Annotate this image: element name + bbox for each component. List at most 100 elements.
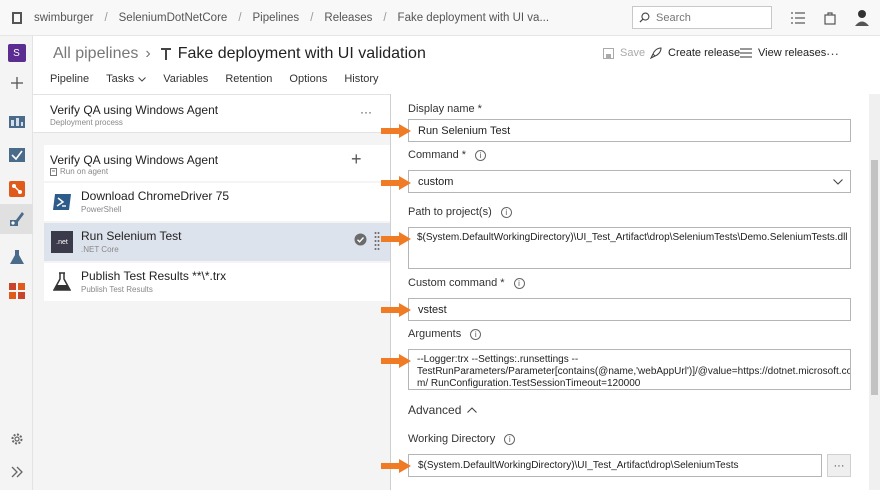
azure-devops-logo-icon[interactable] (0, 0, 34, 36)
task-name: Download ChromeDriver 75 (81, 189, 230, 203)
breadcrumb-separator: / (310, 11, 314, 24)
arguments-line: TestRunParameters/Parameter[contains(@na… (417, 366, 851, 377)
annotation-arrow-icon (381, 303, 411, 317)
task-type: .NET Core (81, 245, 119, 254)
annotation-arrow-icon (381, 232, 411, 246)
arguments-line: --Logger:trx --Settings:.runsettings -- (417, 354, 579, 365)
path-textarea[interactable]: $(System.DefaultWorkingDirectory)\UI_Tes… (408, 227, 851, 269)
tab-bar: Pipeline Tasks Variables Retention Optio… (50, 73, 396, 96)
breadcrumb-separator: / (104, 11, 108, 24)
task-type: Publish Test Results (81, 285, 153, 294)
task-list-icon[interactable] (789, 9, 807, 27)
stage-more-button[interactable]: ··· (360, 105, 372, 119)
custom-command-label: Custom command * i (408, 277, 525, 289)
breadcrumb-org[interactable]: swimburger (34, 12, 93, 24)
arguments-label: Arguments i (408, 328, 482, 340)
stage-name: Verify QA using Windows Agent (50, 103, 219, 117)
project-badge[interactable]: S (0, 38, 33, 68)
search-icon (639, 12, 650, 23)
arguments-label-text: Arguments (408, 328, 462, 340)
pipelines-icon[interactable] (0, 204, 33, 234)
tab-retention[interactable]: Retention (225, 73, 272, 89)
agent-job-subtitle: Run on agent (50, 167, 108, 176)
marketplace-bag-icon[interactable] (821, 9, 839, 27)
top-bar: swimburger / SeleniumDotNetCore / Pipeli… (0, 0, 880, 36)
rocket-icon (650, 47, 662, 59)
user-avatar-icon[interactable] (853, 9, 871, 27)
task-settings-form: Display name * Run Selenium Test Command *… (381, 94, 869, 490)
display-name-label: Display name * (408, 103, 482, 115)
custom-command-field[interactable]: vstest (408, 298, 851, 321)
dotnet-icon: .net (51, 231, 73, 253)
boards-icon[interactable] (0, 140, 33, 170)
repos-icon[interactable] (0, 174, 33, 204)
all-pipelines-link[interactable]: All pipelines (53, 45, 138, 63)
breadcrumb-releases[interactable]: Releases (324, 12, 372, 24)
more-actions-button[interactable]: ··· (826, 44, 839, 62)
view-releases-button[interactable]: View releases (740, 44, 826, 62)
stage-header[interactable]: Verify QA using Windows Agent Deployment… (33, 95, 391, 133)
add-task-button[interactable]: + (351, 149, 362, 170)
info-icon[interactable]: i (513, 277, 525, 289)
overview-icon[interactable] (0, 106, 33, 136)
task-name: Publish Test Results **\*.trx (81, 269, 227, 283)
artifacts-icon[interactable] (0, 276, 33, 306)
release-pipeline-icon (160, 48, 171, 60)
tab-pipeline[interactable]: Pipeline (50, 73, 89, 89)
page-header: All pipelines › Fake deployment with UI … (33, 36, 880, 96)
tab-tasks[interactable]: Tasks (106, 73, 147, 96)
custom-command-label-text: Custom command (408, 277, 498, 289)
breadcrumb-project[interactable]: SeleniumDotNetCore (119, 12, 228, 24)
task-item-publish-test-results[interactable]: Publish Test Results **\*.trx Publish Te… (44, 263, 391, 301)
chevron-right-icon: › (145, 45, 151, 62)
view-releases-label: View releases (758, 47, 827, 59)
path-label-text: Path to project(s) (408, 206, 492, 218)
info-icon[interactable]: i (504, 433, 516, 445)
required-marker: * (500, 277, 505, 289)
agent-job[interactable]: Verify QA using Windows Agent Run on age… (44, 145, 391, 181)
arguments-textarea[interactable]: --Logger:trx --Settings:.runsettings -- … (408, 349, 851, 390)
drag-handle-icon[interactable] (374, 231, 380, 256)
working-directory-field[interactable]: $(System.DefaultWorkingDirectory)\UI_Tes… (408, 454, 822, 477)
working-directory-label: Working Directory i (408, 433, 516, 445)
task-item-download-chromedriver[interactable]: Download ChromeDriver 75 PowerShell (44, 183, 391, 221)
check-circle-icon (354, 233, 367, 249)
tab-history[interactable]: History (344, 73, 378, 89)
tab-variables[interactable]: Variables (163, 73, 208, 89)
page-title: Fake deployment with UI validation (177, 45, 426, 62)
command-select[interactable]: custom (408, 170, 851, 193)
info-icon[interactable]: i (470, 328, 482, 340)
tab-options[interactable]: Options (289, 73, 327, 89)
form-scrollbar-thumb[interactable] (871, 160, 878, 395)
plus-icon[interactable] (0, 68, 33, 98)
expand-chevrons-icon[interactable] (0, 457, 33, 487)
task-item-run-selenium-test[interactable]: .net Run Selenium Test .NET Core (44, 223, 391, 261)
annotation-arrow-icon (381, 354, 411, 368)
display-name-label-text: Display name (408, 103, 475, 115)
display-name-field[interactable]: Run Selenium Test (408, 119, 851, 142)
info-icon[interactable]: i (475, 149, 487, 161)
path-label: Path to project(s) i (408, 206, 512, 218)
settings-gear-icon[interactable] (0, 424, 33, 454)
annotation-arrow-icon (381, 176, 411, 190)
chevron-up-icon (467, 407, 478, 413)
agent-job-sub-label: Run on agent (60, 167, 109, 176)
breadcrumb-pipelines[interactable]: Pipelines (253, 12, 300, 24)
breadcrumb-current[interactable]: Fake deployment with UI va... (398, 12, 549, 24)
tab-tasks-label: Tasks (106, 73, 135, 85)
create-release-button[interactable]: Create release (650, 44, 740, 62)
breadcrumb-separator: / (383, 11, 387, 24)
test-plans-icon[interactable] (0, 242, 33, 272)
advanced-section-toggle[interactable]: Advanced (408, 403, 478, 417)
breadcrumb-separator: / (238, 11, 242, 24)
advanced-label: Advanced (408, 403, 462, 417)
save-button[interactable]: Save (603, 44, 645, 62)
task-type: PowerShell (81, 205, 122, 214)
browse-button[interactable]: ··· (827, 454, 851, 477)
info-icon[interactable]: i (500, 206, 512, 218)
chevron-down-icon (833, 179, 843, 185)
task-list-panel: Verify QA using Windows Agent Deployment… (33, 94, 391, 490)
search-box[interactable] (632, 6, 772, 29)
flask-icon (51, 271, 73, 293)
search-input[interactable] (656, 11, 766, 24)
